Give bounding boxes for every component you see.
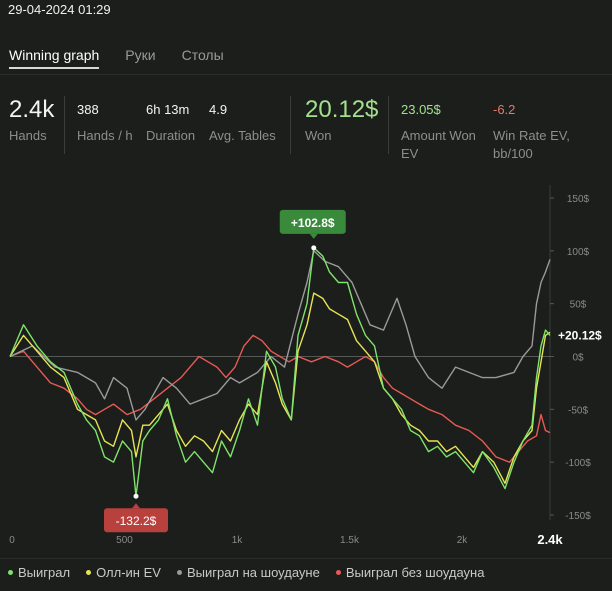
- stat-hands-per-hour-value: 388: [77, 102, 99, 117]
- legend-item-allin-ev[interactable]: Олл-ин EV: [86, 565, 161, 580]
- tab-bar: Winning graph Руки Столы: [9, 47, 224, 69]
- tab-hands[interactable]: Руки: [125, 47, 155, 69]
- legend-item-won-showdown[interactable]: Выиграл на шоудауне: [176, 565, 320, 580]
- stat-hands: 2.4k Hands: [9, 96, 54, 145]
- max-label: +102.8$: [291, 216, 335, 230]
- series-line: [9, 250, 551, 421]
- stat-won-value: 20.12$: [305, 96, 379, 123]
- stat-win-rate-ev: -6.2 Win Rate EV, bb/100: [493, 96, 570, 163]
- stat-amount-won-ev: 23.05$ Amount Won EV: [401, 96, 476, 163]
- tab-tables[interactable]: Столы: [182, 47, 224, 69]
- y-tick-label: 50$: [570, 300, 587, 311]
- x-tick-label: 1.5k: [340, 535, 360, 546]
- legend-dot-icon: [8, 570, 13, 575]
- stat-win-rate-ev-value: -6.2: [493, 102, 516, 117]
- x-tick-label: 2.4k: [537, 532, 563, 547]
- stat-win-rate-ev-label: Win Rate EV, bb/100: [493, 128, 570, 161]
- legend-dot-icon: [176, 570, 182, 575]
- legend-dot-icon: [86, 570, 92, 575]
- stat-duration-value: 6h 13m: [146, 102, 190, 117]
- x-tick-label: 2k: [457, 535, 469, 546]
- stats-divider: [388, 96, 389, 154]
- y-tick-label: 150$: [567, 194, 590, 205]
- stat-amount-won-ev-label: Amount Won EV: [401, 128, 476, 161]
- stats-divider: [290, 96, 291, 154]
- legend-item-won[interactable]: Выиграл: [8, 565, 70, 580]
- y-tick-label: 100$: [567, 247, 590, 258]
- y-tick-label: -150$: [565, 511, 591, 522]
- max-point: [311, 245, 317, 251]
- stat-amount-won-ev-value: 23.05$: [401, 102, 441, 117]
- stat-won-label: Won: [305, 128, 332, 143]
- stat-duration-label: Duration: [146, 128, 196, 143]
- stat-avg-tables-label: Avg. Tables: [209, 128, 276, 143]
- stat-hands-per-hour: 388 Hands / h: [77, 96, 133, 145]
- x-tick-label: 1k: [232, 535, 244, 546]
- tabs-divider: [0, 74, 612, 75]
- y-tick-label: -50$: [568, 405, 588, 416]
- x-tick-label: 0: [9, 535, 15, 546]
- stat-duration: 6h 13m Duration: [146, 96, 195, 145]
- min-badge-pointer: [132, 503, 140, 509]
- stats-divider: [64, 96, 65, 154]
- chart-legend: Выиграл Олл-ин EV Выиграл на шоудауне Вы…: [8, 565, 500, 580]
- y-tick-label: 0$: [572, 353, 584, 364]
- stat-hands-value: 2.4k: [9, 96, 55, 123]
- legend-dot-icon: [335, 570, 341, 575]
- x-tick-label: 500: [116, 535, 133, 546]
- legend-divider: [0, 558, 612, 559]
- stat-hands-per-hour-label: Hands / h: [77, 128, 133, 143]
- stat-hands-label: Hands: [9, 128, 47, 143]
- y-tick-label: -100$: [565, 458, 591, 469]
- winning-graph-chart[interactable]: 150$ 100$ 50$ 0$ -50$ -100$ -150$ 0 500 1k 1.5k 2k 2…: [0, 185, 612, 555]
- min-label: -132.2$: [116, 514, 157, 528]
- stat-avg-tables-value: 4.9: [209, 102, 228, 117]
- max-badge-pointer: [309, 233, 318, 239]
- stat-won: 20.12$ Won: [305, 96, 378, 145]
- legend-item-won-no-showdown[interactable]: Выиграл без шоудауна: [335, 565, 484, 580]
- tab-winning-graph[interactable]: Winning graph: [9, 47, 100, 69]
- current-value-label: +20.12$: [558, 328, 602, 342]
- stat-avg-tables: 4.9 Avg. Tables: [209, 96, 276, 145]
- session-datetime: 29-04-2024 01:29: [8, 2, 111, 17]
- min-point: [133, 493, 139, 499]
